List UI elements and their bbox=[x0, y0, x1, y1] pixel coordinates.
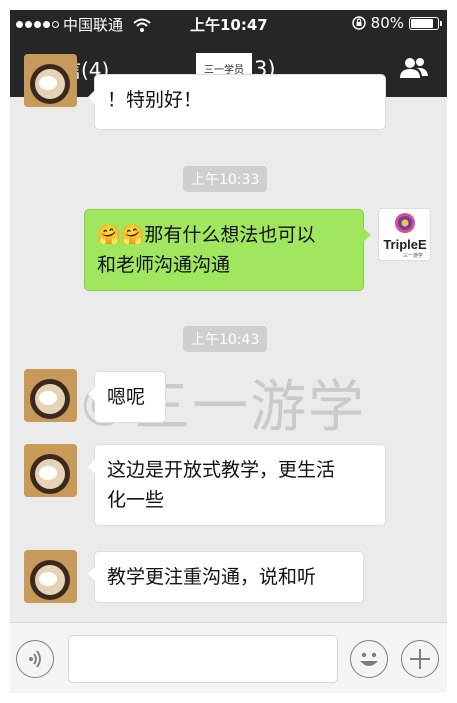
battery-percent: 80% bbox=[370, 14, 404, 32]
carrier-group: 中国联通 bbox=[16, 14, 151, 35]
group-members-icon[interactable] bbox=[399, 56, 429, 80]
message-input[interactable] bbox=[68, 635, 338, 683]
voice-button[interactable] bbox=[16, 640, 54, 678]
plus-icon bbox=[410, 649, 430, 669]
message-line: 这边是开放式教学，更生活 bbox=[107, 459, 336, 481]
my-avatar[interactable]: TripleE 三一游学 bbox=[378, 208, 431, 261]
voice-icon bbox=[29, 650, 41, 668]
timestamp-chip: 上午10:33 bbox=[183, 166, 268, 192]
message-text: 那有什么想法也可以 bbox=[144, 224, 316, 246]
more-button[interactable] bbox=[401, 640, 439, 678]
timestamp-chip: 上午10:43 bbox=[183, 326, 268, 352]
status-bar: 中国联通 上午10:47 80% bbox=[10, 10, 447, 36]
brand-name: TripleE bbox=[383, 237, 427, 252]
smiley-icon bbox=[360, 652, 378, 666]
status-right: 80% bbox=[351, 14, 442, 32]
message-bubble[interactable]: 嗯呢 bbox=[88, 371, 166, 423]
message-line: 和老师沟通沟通 bbox=[97, 254, 231, 276]
battery-icon bbox=[409, 16, 442, 30]
emoji-button[interactable] bbox=[350, 640, 388, 678]
contact-avatar[interactable] bbox=[24, 550, 77, 603]
message-bubble[interactable]: 教学更注重沟通，说和听 bbox=[88, 551, 364, 603]
message-text: 嗯呢 bbox=[107, 386, 146, 408]
message-line: 化一些 bbox=[107, 489, 165, 511]
contact-avatar[interactable] bbox=[24, 369, 77, 422]
wifi-icon bbox=[133, 18, 151, 32]
status-time: 上午10:47 bbox=[190, 16, 268, 34]
rotation-lock-icon bbox=[351, 16, 366, 30]
contact-avatar[interactable] bbox=[24, 54, 77, 107]
message-text: ！特别好！ bbox=[107, 89, 203, 111]
hug-emoji-icon: 🤗🤗 bbox=[97, 224, 145, 246]
carrier-name: 中国联通 bbox=[63, 16, 124, 34]
wechat-chat-screen: 中国联通 上午10:47 80% 三一学员 3) ©三一游学 ！特别好！ 上午1… bbox=[10, 10, 447, 693]
brand-sub: 三一游学 bbox=[403, 252, 423, 259]
message-line: 🤗🤗那有什么想法也可以 bbox=[97, 220, 351, 250]
message-text: 教学更注重沟通，说和听 bbox=[107, 566, 317, 588]
contact-avatar[interactable] bbox=[24, 444, 77, 497]
message-bubble[interactable]: ！特别好！ bbox=[88, 74, 386, 130]
message-bubble[interactable]: 这边是开放式教学，更生活 化一些 bbox=[88, 444, 386, 526]
signal-icon bbox=[16, 21, 59, 28]
input-bar bbox=[10, 622, 447, 693]
message-bubble-sent[interactable]: 🤗🤗那有什么想法也可以 和老师沟通沟通 bbox=[84, 209, 371, 291]
